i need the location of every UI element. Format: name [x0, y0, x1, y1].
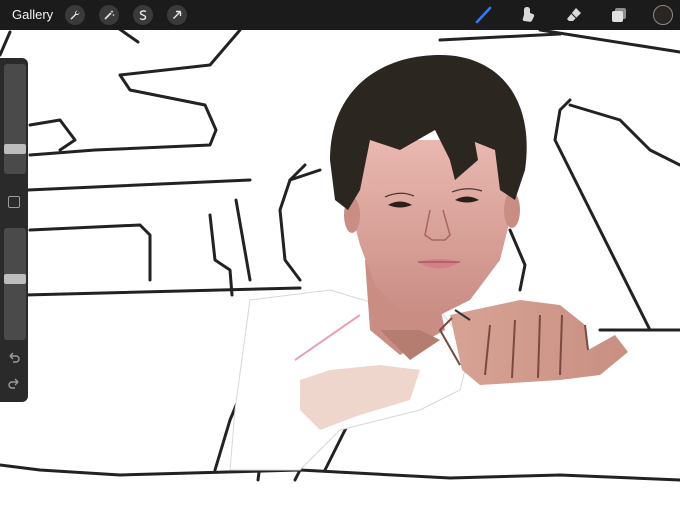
- redo-arrow-icon[interactable]: [7, 376, 21, 390]
- brush-size-slider[interactable]: [4, 64, 26, 174]
- eraser-icon[interactable]: [563, 4, 585, 26]
- drawing-canvas[interactable]: [0, 26, 680, 510]
- smudge-icon[interactable]: [518, 4, 540, 26]
- layers-icon[interactable]: [608, 4, 630, 26]
- gallery-button[interactable]: Gallery: [12, 0, 53, 30]
- arrow-cursor-icon[interactable]: [167, 5, 188, 25]
- opacity-slider[interactable]: [4, 228, 26, 340]
- brush-icon[interactable]: [473, 4, 495, 26]
- square-modify-icon[interactable]: [8, 196, 20, 208]
- wrench-icon[interactable]: [65, 5, 86, 25]
- top-toolbar: Gallery: [0, 0, 680, 30]
- color-swatch[interactable]: [653, 5, 673, 25]
- artwork: [0, 26, 680, 482]
- brush-size-thumb[interactable]: [4, 144, 26, 154]
- right-toolset: [473, 0, 680, 30]
- undo-arrow-icon[interactable]: [7, 350, 21, 364]
- brush-sidebar: [0, 58, 28, 402]
- selection-s-icon[interactable]: [133, 5, 154, 25]
- magic-wand-icon[interactable]: [99, 5, 120, 25]
- opacity-thumb[interactable]: [4, 274, 26, 284]
